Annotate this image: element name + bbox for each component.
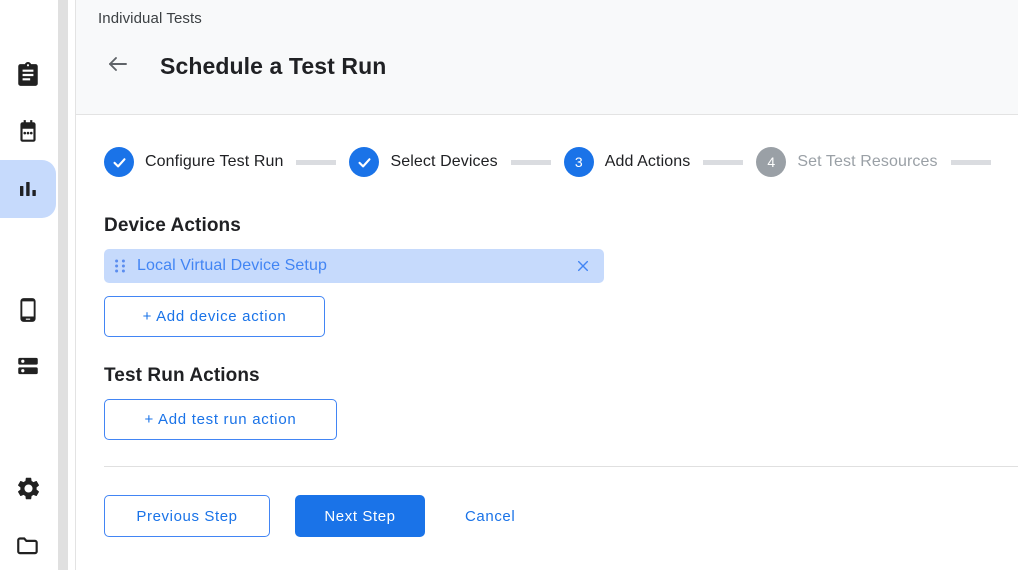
cancel-button[interactable]: Cancel xyxy=(461,500,519,533)
sidebar-item-files[interactable] xyxy=(0,516,56,570)
arrow-left-icon xyxy=(106,52,130,81)
sidebar-item-test-suites[interactable] xyxy=(0,46,56,104)
main-content: Individual Tests Schedule a Test Run xyxy=(76,0,1018,570)
close-icon[interactable] xyxy=(574,257,592,275)
next-step-button[interactable]: Next Step xyxy=(295,495,425,537)
gear-icon xyxy=(15,475,42,502)
sidebar-item-devices[interactable] xyxy=(0,281,56,339)
device-actions-title: Device Actions xyxy=(104,215,241,237)
wizard-footer: Previous Step Next Step Cancel xyxy=(104,495,519,537)
sidebar-scroll-rail[interactable] xyxy=(58,0,68,570)
calendar-icon xyxy=(15,119,41,145)
device-action-chip-label: Local Virtual Device Setup xyxy=(137,257,574,275)
step-3-bullet: 3 xyxy=(564,147,594,177)
test-run-actions-title: Test Run Actions xyxy=(104,365,260,387)
step-select-devices[interactable]: Select Devices xyxy=(349,147,497,177)
folder-icon xyxy=(15,532,41,558)
step-configure-test-run[interactable]: Configure Test Run xyxy=(104,147,283,177)
bar-chart-icon xyxy=(16,177,40,201)
step-3-label: Add Actions xyxy=(605,153,691,171)
step-4-bullet: 4 xyxy=(756,147,786,177)
step-connector-2 xyxy=(511,160,551,165)
app-root: Individual Tests Schedule a Test Run xyxy=(0,0,1018,570)
sidebar-item-test-results[interactable] xyxy=(0,160,56,218)
step-set-test-resources[interactable]: 4 Set Test Resources xyxy=(756,147,937,177)
breadcrumb[interactable]: Individual Tests xyxy=(98,10,202,27)
title-row: Schedule a Test Run xyxy=(98,48,386,84)
page-title: Schedule a Test Run xyxy=(160,53,386,80)
clipboard-icon xyxy=(15,62,41,88)
step-add-actions[interactable]: 3 Add Actions xyxy=(564,147,691,177)
device-action-chip[interactable]: Local Virtual Device Setup xyxy=(104,249,604,283)
footer-divider xyxy=(104,466,1018,467)
step-connector-1 xyxy=(296,160,336,165)
step-1-bullet xyxy=(104,147,134,177)
left-nav-sidebar xyxy=(0,0,58,570)
step-4-label: Set Test Resources xyxy=(797,153,937,171)
step-1-label: Configure Test Run xyxy=(145,153,283,171)
mobile-icon xyxy=(15,297,41,323)
page-header: Individual Tests Schedule a Test Run xyxy=(76,0,1018,115)
stepper: Configure Test Run Select Devices 3 Add … xyxy=(104,147,1004,177)
step-connector-4 xyxy=(951,160,991,165)
server-icon xyxy=(15,353,41,379)
add-device-action-button[interactable]: + Add device action xyxy=(104,296,325,337)
sidebar-item-schedules[interactable] xyxy=(0,103,56,161)
step-2-label: Select Devices xyxy=(390,153,497,171)
step-2-bullet xyxy=(349,147,379,177)
rail-gap xyxy=(68,0,75,570)
step-connector-3 xyxy=(703,160,743,165)
previous-step-button[interactable]: Previous Step xyxy=(104,495,270,537)
sidebar-item-hosts[interactable] xyxy=(0,337,56,395)
add-test-run-action-button[interactable]: + Add test run action xyxy=(104,399,337,440)
sidebar-item-settings[interactable] xyxy=(0,459,56,517)
back-button[interactable] xyxy=(98,48,138,84)
drag-handle-icon[interactable] xyxy=(114,258,126,274)
